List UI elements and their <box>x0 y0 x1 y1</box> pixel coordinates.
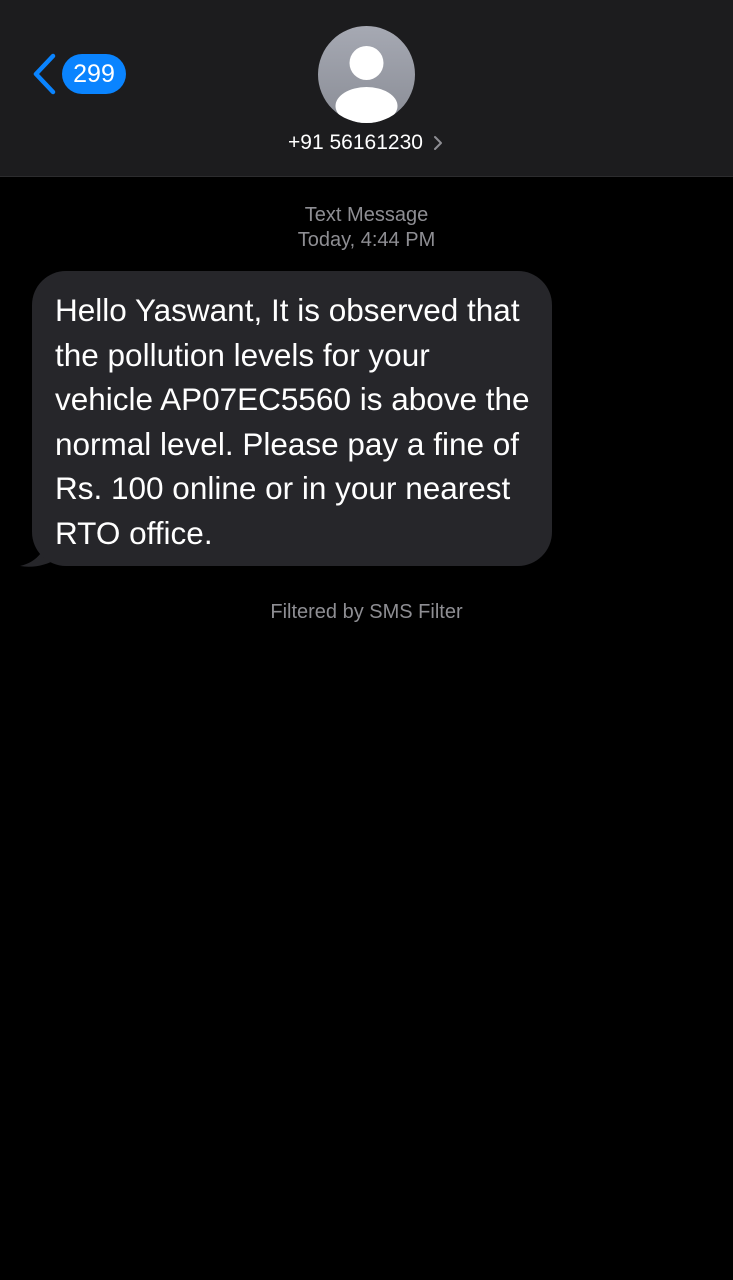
incoming-message-bubble[interactable]: Hello Yaswant, It is observed that the p… <box>32 271 552 566</box>
contact-avatar[interactable] <box>318 26 415 123</box>
conversation-header: 299 +91 56161230 <box>0 0 733 177</box>
message-text: Hello Yaswant, It is observed that the p… <box>55 292 530 551</box>
back-button[interactable]: 299 <box>28 50 126 98</box>
service-label: Text Message <box>304 204 429 226</box>
unread-count-badge: 299 <box>62 54 126 94</box>
person-icon <box>335 46 398 123</box>
contact-number: +91 56161230 <box>288 131 423 154</box>
message-timestamp: Today, 4:44 PM <box>297 229 436 251</box>
chevron-right-icon <box>431 133 445 153</box>
filter-note: Filtered by SMS Filter <box>270 601 463 623</box>
contact-name-button[interactable]: +91 56161230 <box>0 131 733 155</box>
chevron-left-icon <box>28 50 60 98</box>
message-meta: Text Message Today, 4:44 PM <box>0 203 733 253</box>
